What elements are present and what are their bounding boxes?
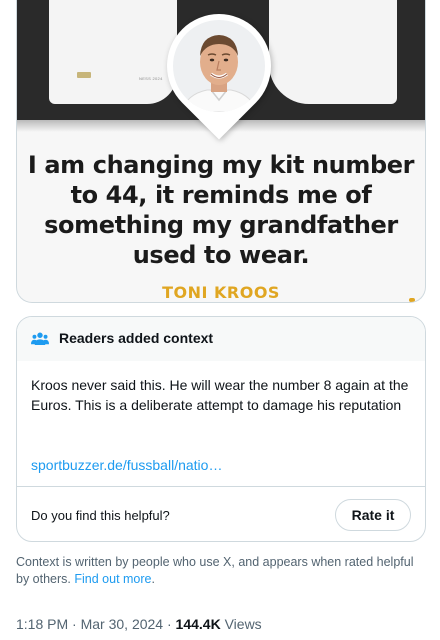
note-title: Readers added context [59, 330, 214, 346]
views-label: Views [224, 616, 262, 632]
quote-author: TONI KROOS [162, 283, 280, 302]
rate-it-button[interactable]: Rate it [335, 499, 411, 531]
meta-separator: · [72, 616, 77, 632]
jersey-left: NESS 2024 [49, 0, 177, 104]
note-body: Kroos never said this. He will wear the … [31, 377, 409, 413]
note-footer: Context is written by people who use X, … [16, 554, 416, 588]
divider [17, 486, 425, 487]
post-meta: 1:18 PM · Mar 30, 2024 · 144.4K Views [16, 616, 262, 632]
note-source-link[interactable]: sportbuzzer.de/fussball/natio… [31, 457, 222, 473]
post-image[interactable]: NESS 2024 I am changing my kit number to… [16, 0, 426, 303]
people-icon [31, 332, 49, 345]
quote-text: I am changing my kit number to 44, it re… [27, 151, 415, 269]
helpful-question: Do you find this helpful? [31, 508, 170, 523]
jersey-crest [77, 72, 91, 78]
meta-separator: · [166, 616, 172, 632]
image-corner-mark [409, 298, 415, 302]
note-header: Readers added context [17, 317, 425, 361]
avatar [173, 20, 265, 112]
views-count: 144.4K [175, 616, 221, 632]
footer-period: . [151, 572, 155, 586]
jersey-sponsor: NESS 2024 [139, 76, 163, 81]
community-note: Readers added context Kroos never said t… [16, 316, 426, 542]
post-time[interactable]: 1:18 PM [16, 616, 68, 632]
find-out-more-link[interactable]: Find out more [74, 572, 151, 586]
jersey-right [269, 0, 397, 104]
post-date[interactable]: Mar 30, 2024 [81, 616, 164, 632]
